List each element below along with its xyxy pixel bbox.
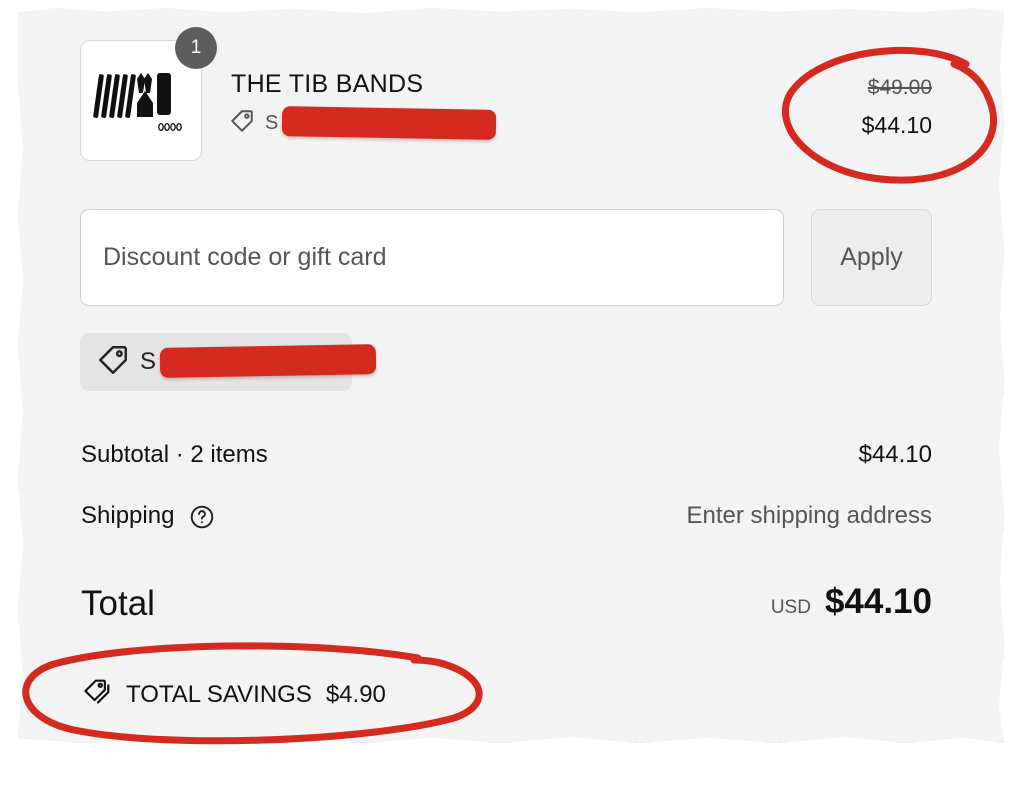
savings-label: TOTAL SAVINGS	[126, 680, 312, 708]
total-currency: USD	[770, 597, 811, 618]
current-price: $44.10	[861, 112, 932, 138]
item-discount-row: S	[229, 108, 278, 138]
total-value: USD $44.10	[771, 582, 932, 622]
subtotal-label: Subtotal · 2 items	[81, 441, 268, 468]
tag-icon	[96, 343, 130, 382]
applied-discount-code: S	[140, 348, 157, 375]
total-amount: $44.10	[824, 582, 932, 621]
discount-code-input[interactable]	[80, 209, 784, 306]
tag-icon	[229, 108, 255, 139]
total-savings: TOTAL SAVINGS $4.90	[82, 676, 386, 713]
help-circle-icon[interactable]	[189, 504, 215, 530]
subtotal-value: $44.10	[858, 441, 932, 468]
redaction-mark	[159, 344, 377, 378]
item-discount-code: S	[265, 111, 279, 134]
original-price: $49.00	[867, 76, 932, 99]
savings-amount: $4.90	[325, 680, 386, 708]
quantity-badge: 1	[175, 27, 217, 69]
apply-button[interactable]: Apply	[811, 209, 932, 306]
redaction-mark	[281, 106, 497, 140]
shipping-label: Shipping	[81, 502, 175, 529]
product-title: THE TIB BANDS	[231, 70, 424, 98]
shipping-row: Shipping	[81, 502, 215, 530]
total-label: Total	[81, 584, 155, 623]
shipping-value: Enter shipping address	[686, 502, 932, 529]
double-tag-icon	[82, 676, 114, 713]
